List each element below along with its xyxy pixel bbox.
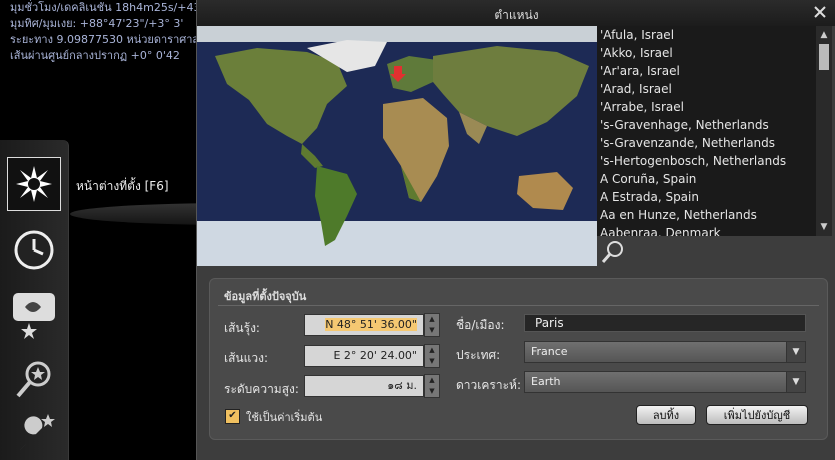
list-item[interactable]: Aabenraa, Denmark (597, 224, 816, 236)
sky-view-window-button[interactable] (8, 288, 60, 340)
dialog-title-bar[interactable]: ตำแหน่ง (197, 0, 835, 26)
city-name-input[interactable]: Paris (524, 314, 806, 332)
panel-title: ข้อมูลที่ตั้งปัจจุบัน (224, 290, 307, 303)
close-button[interactable] (812, 4, 828, 20)
latitude-input[interactable]: N 48° 51' 36.00" (304, 314, 424, 336)
list-item[interactable]: Aa en Hunze, Netherlands (597, 206, 816, 224)
scroll-down-icon[interactable]: ▼ (819, 222, 829, 232)
close-icon (814, 6, 826, 18)
list-item[interactable]: A Estrada, Spain (597, 188, 816, 206)
panel-divider (218, 305, 819, 306)
spin-down-icon[interactable]: ▼ (425, 356, 439, 367)
datetime-window-button[interactable] (8, 224, 60, 276)
scroll-up-icon[interactable]: ▲ (819, 30, 829, 40)
current-location-panel: ข้อมูลที่ตั้งปัจจุบัน เส้นรุ้ง: N 48° 51… (209, 278, 828, 440)
search-window-button[interactable] (8, 354, 60, 406)
left-toolbar (0, 140, 69, 460)
spin-down-icon[interactable]: ▼ (425, 325, 439, 336)
dialog-title: ตำแหน่ง (494, 8, 539, 22)
sun-burst-icon (16, 166, 52, 202)
location-dialog: ตำแหน่ง 'Afula, Israel 'Akko, Israel 'Ar… (196, 0, 835, 460)
list-item[interactable]: 'Afula, Israel (597, 26, 816, 44)
longitude-input[interactable]: E 2° 20' 24.00" (304, 345, 424, 367)
longitude-label: เส้นแวง: (224, 351, 269, 365)
delete-button[interactable]: ลบทิ้ง (636, 405, 696, 425)
world-map[interactable] (197, 26, 597, 266)
wrench-icon (20, 414, 55, 450)
latitude-value: N 48° 51' 36.00" (325, 318, 417, 331)
search-icon (601, 241, 623, 263)
spin-down-icon[interactable]: ▼ (425, 386, 439, 397)
planet-value: Earth (531, 375, 561, 388)
list-item[interactable]: 'Ar'ara, Israel (597, 62, 816, 80)
spin-up-icon[interactable]: ▲ (425, 345, 439, 356)
toolbar-tooltip: หน้าต่างที่ตั้ง [F6] (76, 179, 169, 193)
spin-up-icon[interactable]: ▲ (425, 314, 439, 325)
use-default-label: ใช้เป็นค่าเริ่มต้น (246, 411, 323, 424)
city-list[interactable]: 'Afula, Israel 'Akko, Israel 'Ar'ara, Is… (597, 26, 816, 236)
city-name-label: ชื่อ/เมือง: (456, 318, 505, 332)
list-item[interactable]: 'Akko, Israel (597, 44, 816, 62)
configuration-window-button[interactable] (8, 408, 60, 460)
list-item[interactable]: 's-Gravenzande, Netherlands (597, 134, 816, 152)
search-star-icon (16, 361, 51, 398)
city-search-button[interactable] (601, 240, 625, 264)
planet-label: ดาวเคราะห์: (456, 378, 521, 392)
clock-icon (14, 230, 54, 270)
list-item[interactable]: A Coruña, Spain (597, 170, 816, 188)
country-select[interactable]: France ▼ (524, 341, 806, 363)
chevron-down-icon[interactable]: ▼ (786, 342, 805, 362)
list-item[interactable]: 'Arrabe, Israel (597, 98, 816, 116)
world-map-image (197, 26, 597, 266)
country-label: ประเทศ: (456, 348, 501, 362)
altitude-input[interactable]: ๑๘ ม. (304, 375, 424, 397)
latitude-spinner[interactable]: ▲ ▼ (424, 313, 440, 337)
list-item[interactable]: 's-Gravenhage, Netherlands (597, 116, 816, 134)
use-default-checkbox[interactable]: ✔ (225, 409, 240, 424)
location-window-button[interactable] (7, 157, 61, 211)
list-item[interactable]: 's-Hertogenbosch, Netherlands (597, 152, 816, 170)
latitude-label: เส้นรุ้ง: (224, 321, 260, 335)
scroll-thumb[interactable] (819, 44, 829, 70)
spin-up-icon[interactable]: ▲ (425, 375, 439, 386)
chevron-down-icon[interactable]: ▼ (786, 372, 805, 392)
altitude-spinner[interactable]: ▲ ▼ (424, 374, 440, 398)
longitude-spinner[interactable]: ▲ ▼ (424, 344, 440, 368)
planet-select[interactable]: Earth ▼ (524, 371, 806, 393)
add-to-list-button[interactable]: เพิ่มไปยังบัญชี (706, 405, 808, 425)
list-item[interactable]: 'Arad, Israel (597, 80, 816, 98)
sky-galaxy-icon (13, 293, 55, 339)
city-list-scrollbar[interactable]: ▲ ▼ (816, 26, 832, 236)
altitude-label: ระดับความสูง: (224, 382, 299, 396)
country-value: France (531, 345, 568, 358)
